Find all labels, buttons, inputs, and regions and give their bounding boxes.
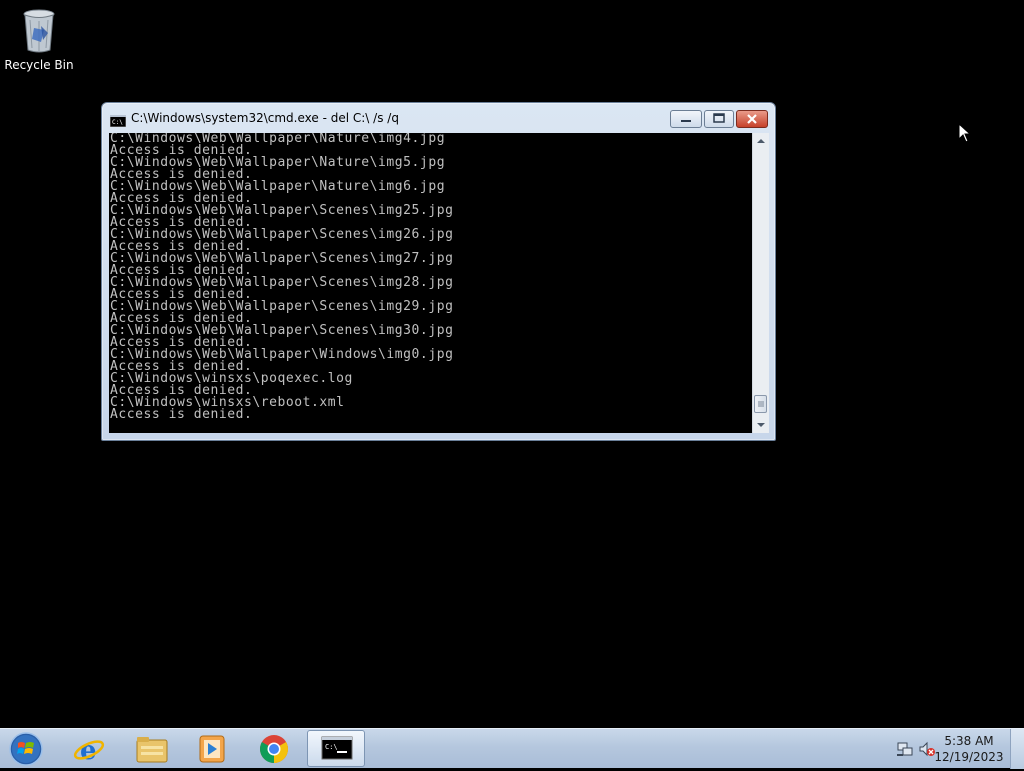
svg-text:C:\: C:\	[112, 119, 123, 126]
scroll-up-arrow-icon[interactable]	[753, 133, 769, 149]
svg-text:C:\: C:\	[325, 743, 338, 751]
cmd-icon: C:\	[321, 736, 353, 760]
mouse-cursor-icon	[958, 123, 972, 143]
vertical-scrollbar[interactable]	[752, 133, 769, 433]
recycle-bin-label: Recycle Bin	[4, 58, 74, 72]
chrome-icon	[260, 735, 288, 763]
console-text: C:\Windows\Web\Wallpaper\Nature\img4.jpg…	[109, 133, 752, 421]
minimize-button[interactable]	[670, 110, 702, 128]
clock-date: 12/19/2023	[934, 750, 1004, 764]
scrollbar-thumb[interactable]	[754, 395, 767, 413]
file-explorer-icon	[136, 737, 168, 763]
clock-time: 5:38 AM	[944, 734, 994, 748]
cmd-icon: C:\	[109, 112, 127, 128]
close-button[interactable]	[736, 110, 768, 128]
recycle-bin-icon	[19, 6, 59, 54]
desktop: Recycle Bin C:\ C:\Windows\system32\cmd.…	[0, 0, 1024, 728]
taskbar-file-explorer[interactable]	[122, 730, 180, 767]
clock[interactable]: 5:38 AM 12/19/2023	[934, 733, 1004, 765]
console-output[interactable]: C:\Windows\Web\Wallpaper\Nature\img4.jpg…	[109, 133, 752, 433]
window-titlebar[interactable]: C:\ C:\Windows\system32\cmd.exe - del C:…	[102, 103, 775, 133]
cmd-window[interactable]: C:\ C:\Windows\system32\cmd.exe - del C:…	[101, 102, 776, 441]
maximize-icon	[713, 113, 725, 123]
internet-explorer-icon: e	[73, 736, 105, 764]
start-button[interactable]	[6, 731, 46, 767]
minimize-icon	[681, 120, 691, 122]
svg-text:e: e	[80, 736, 97, 764]
maximize-button[interactable]	[704, 110, 734, 128]
desktop-icon-recycle-bin[interactable]: Recycle Bin	[4, 6, 74, 72]
console-line: Access is denied.	[110, 407, 253, 422]
scroll-down-arrow-icon[interactable]	[753, 417, 769, 433]
taskbar-cmd[interactable]: C:\	[307, 730, 365, 767]
taskbar-chrome[interactable]	[245, 730, 303, 767]
taskbar-media-player[interactable]	[183, 730, 241, 767]
system-tray: 5:38 AM 12/19/2023	[874, 729, 1024, 769]
show-desktop-button[interactable]	[1010, 729, 1024, 769]
taskbar-internet-explorer[interactable]: e	[60, 730, 118, 767]
taskbar: e C:\ 5:38 AM 12/19/2023	[0, 728, 1024, 769]
network-icon[interactable]	[896, 740, 914, 758]
close-icon	[747, 114, 757, 124]
windows-start-icon	[9, 732, 43, 766]
window-title: C:\Windows\system32\cmd.exe - del C:\ /s…	[131, 111, 399, 125]
media-player-icon	[199, 735, 225, 763]
